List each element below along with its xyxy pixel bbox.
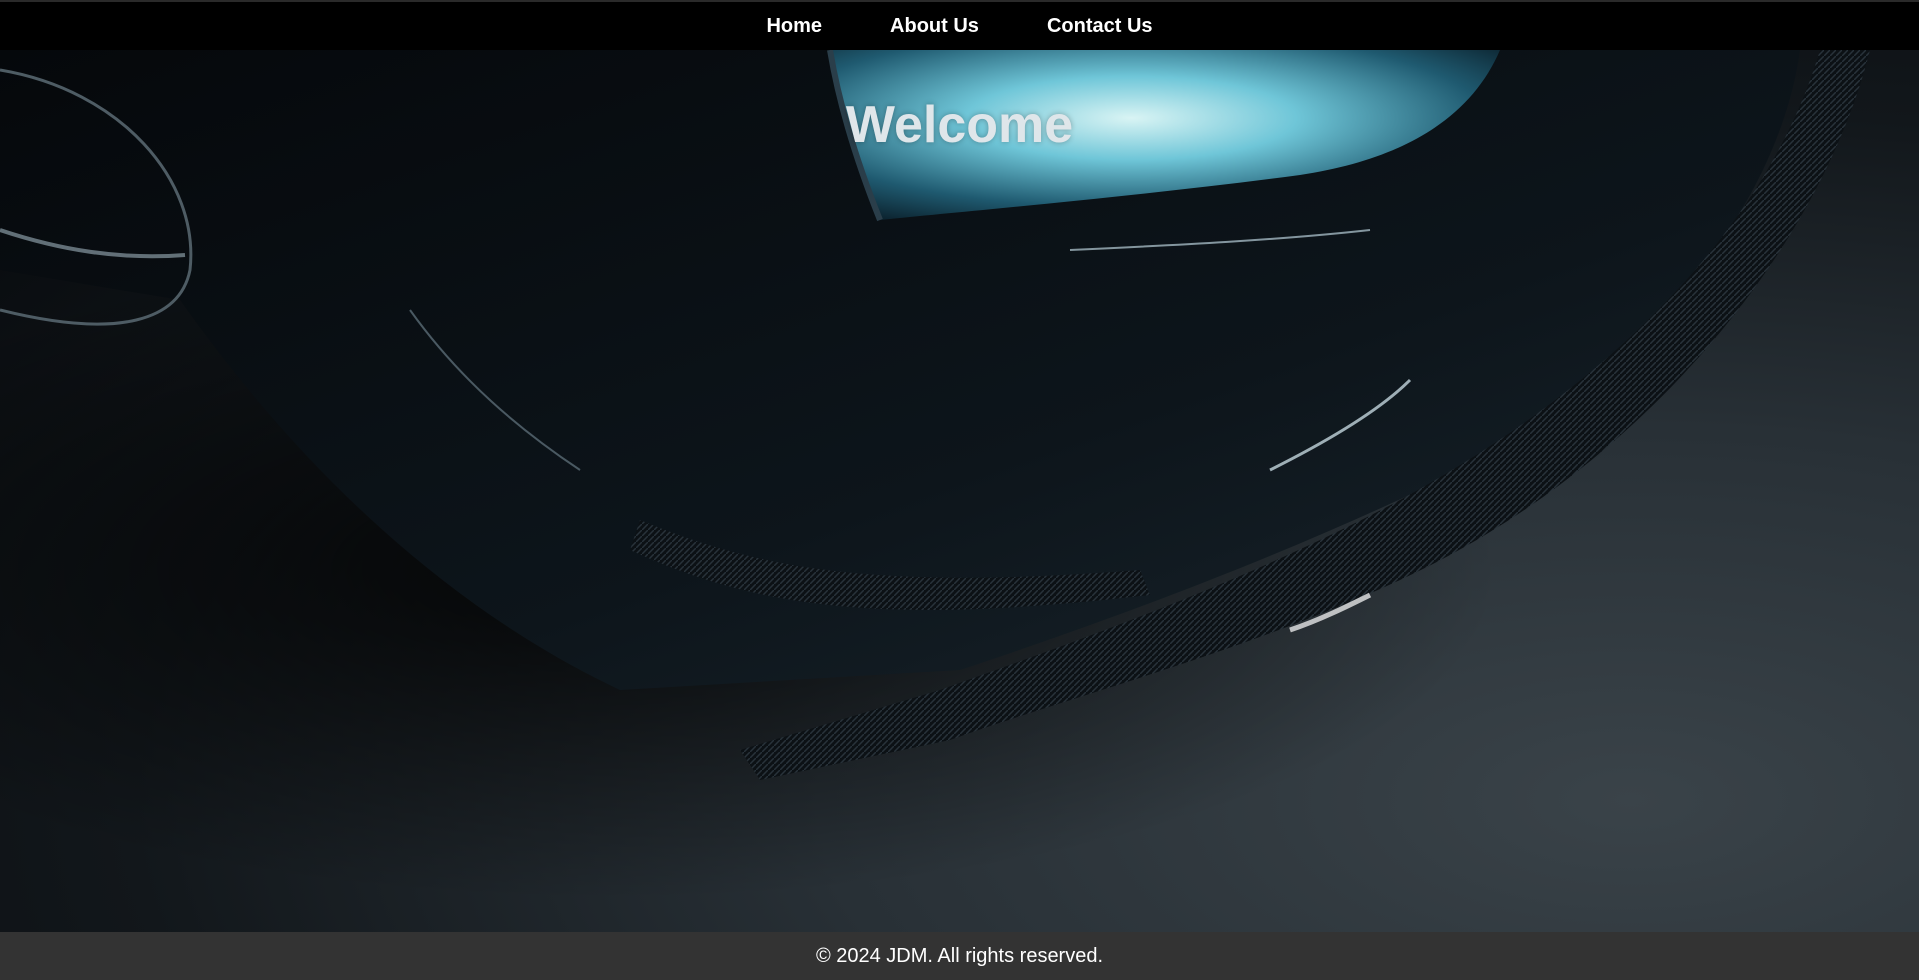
page: Home About Us Contact Us Welcome © 2024 … bbox=[0, 0, 1919, 980]
nav-contact-us-link[interactable]: Contact Us bbox=[1047, 15, 1153, 38]
hero-background-image bbox=[0, 50, 1870, 900]
hero-section: Welcome bbox=[0, 50, 1919, 932]
top-border bbox=[0, 0, 1919, 2]
copyright-text: © 2024 JDM. All rights reserved. bbox=[815, 944, 1104, 967]
footer: © 2024 JDM. All rights reserved. bbox=[0, 932, 1919, 980]
nav-home-link[interactable]: Home bbox=[766, 15, 822, 38]
nav-about-us-link[interactable]: About Us bbox=[890, 15, 979, 38]
hero-title: Welcome bbox=[845, 95, 1074, 154]
navbar: Home About Us Contact Us bbox=[0, 2, 1919, 50]
